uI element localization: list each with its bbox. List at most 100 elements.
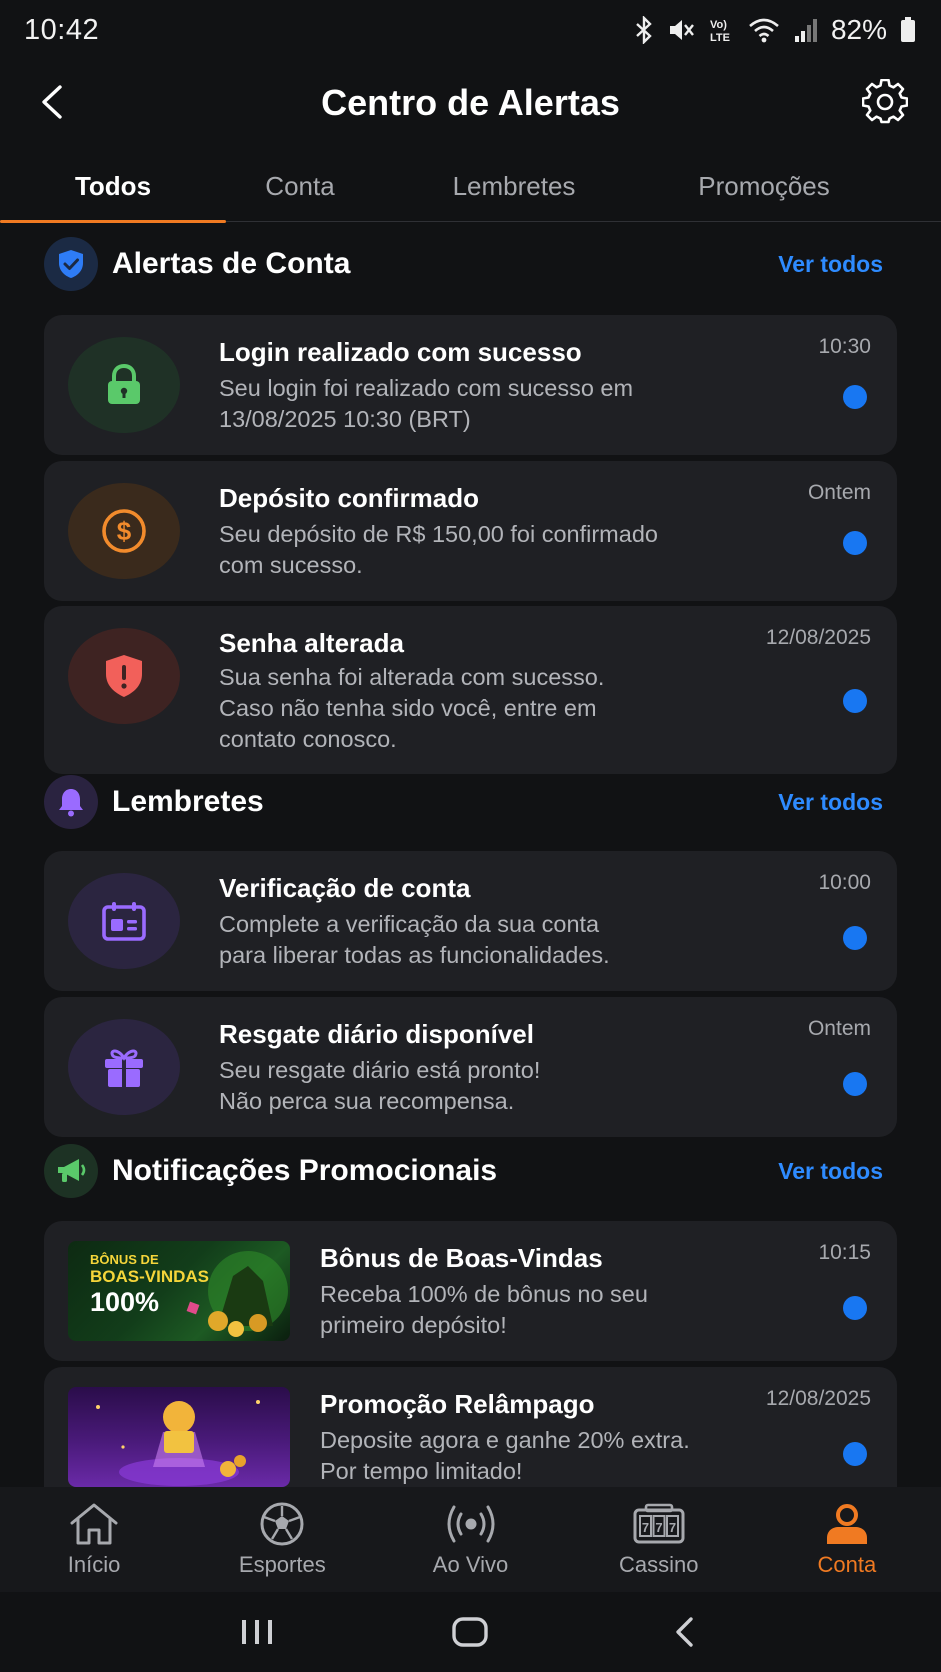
reminder-title: Verificação de conta <box>219 873 471 903</box>
section-header-reminders: Lembretes Ver todos <box>44 774 897 830</box>
bottom-navigation: Início Esportes Ao Vivo 777 Cassino Cont… <box>0 1487 941 1592</box>
unread-dot <box>843 385 867 409</box>
alerts-content[interactable]: Alertas de Conta Ver todos Login realiza… <box>0 222 941 1487</box>
nav-inicio[interactable]: Início <box>0 1487 188 1592</box>
see-all-account-link[interactable]: Ver todos <box>778 251 883 278</box>
promo-title: Promoção Relâmpago <box>320 1389 595 1419</box>
live-broadcast-icon <box>447 1505 494 1542</box>
promo-time: 12/08/2025 <box>765 1387 871 1410</box>
settings-button[interactable] <box>859 76 911 128</box>
svg-text:7: 7 <box>655 1520 662 1535</box>
tab-conta[interactable]: Conta <box>226 150 374 222</box>
bell-icon <box>44 775 98 829</box>
tab-bar: Todos Conta Lembretes Promoções <box>0 150 941 223</box>
unread-dot <box>843 1296 867 1320</box>
tab-promocoes[interactable]: Promoções <box>654 150 874 222</box>
signal-icon <box>794 19 817 42</box>
see-all-reminders-link[interactable]: Ver todos <box>778 789 883 816</box>
alert-card-login[interactable]: Login realizado com sucesso Seu login fo… <box>44 315 897 455</box>
tab-todos[interactable]: Todos <box>0 150 226 223</box>
nav-conta[interactable]: Conta <box>753 1487 941 1592</box>
home-circle-icon <box>452 1617 489 1647</box>
wifi-icon <box>749 18 779 43</box>
app-header: Centro de Alertas <box>0 60 941 146</box>
system-navigation <box>0 1592 941 1672</box>
reminder-description: Complete a verificação da sua conta para… <box>219 911 610 968</box>
status-time: 10:42 <box>24 13 100 46</box>
alert-time: Ontem <box>807 481 871 504</box>
promo-card-flash[interactable]: Promoção Relâmpago Deposite agora e ganh… <box>44 1367 897 1487</box>
section-header-account: Alertas de Conta Ver todos <box>44 236 897 292</box>
battery-icon <box>901 17 915 42</box>
alert-description: Seu login foi realizado com sucesso em 1… <box>219 375 634 432</box>
section-title: Lembretes <box>112 785 264 818</box>
unread-dot <box>843 1442 867 1466</box>
unread-dot <box>843 1072 867 1096</box>
nav-esportes[interactable]: Esportes <box>188 1487 376 1592</box>
tab-lembretes[interactable]: Lembretes <box>374 150 654 222</box>
promo-description: Deposite agora e ganhe 20% extra. Por te… <box>320 1427 690 1484</box>
slot-machine-icon: 777 <box>633 1503 685 1543</box>
back-arrow-icon <box>676 1617 693 1647</box>
section-header-promos: Notificações Promocionais Ver todos <box>44 1143 897 1199</box>
user-icon <box>826 1503 867 1544</box>
back-system-button[interactable] <box>654 1602 714 1662</box>
back-button[interactable] <box>30 80 74 124</box>
svg-text:Vo): Vo) <box>710 19 727 31</box>
reminder-title: Resgate diário disponível <box>219 1019 534 1049</box>
home-icon <box>70 1503 118 1544</box>
alert-card-password[interactable]: Senha alterada Sua senha foi alterada co… <box>44 606 897 774</box>
home-system-button[interactable] <box>440 1602 500 1662</box>
alert-time: 10:30 <box>818 335 871 358</box>
reminder-time: 10:00 <box>818 871 871 894</box>
status-icons: Vo) LTE 82% <box>633 14 917 46</box>
recent-apps-icon <box>241 1620 272 1644</box>
bluetooth-icon <box>636 16 652 44</box>
alert-title: Login realizado com sucesso <box>219 337 582 367</box>
shield-check-icon <box>44 237 98 291</box>
soccer-ball-icon <box>260 1502 304 1545</box>
alert-card-deposit[interactable]: $ Depósito confirmado Seu depósito de R$… <box>44 461 897 601</box>
chevron-left-icon <box>42 85 62 119</box>
alert-description: Sua senha foi alterada com sucesso. Caso… <box>219 664 605 752</box>
dollar-coin-icon: $ <box>68 483 180 579</box>
reminder-card-verification[interactable]: Verificação de conta Complete a verifica… <box>44 851 897 991</box>
reminder-time: Ontem <box>807 1017 871 1040</box>
lock-icon <box>68 337 180 433</box>
unread-dot <box>843 926 867 950</box>
section-title: Alertas de Conta <box>112 247 351 280</box>
alert-description: Seu depósito de R$ 150,00 foi confirmado… <box>219 521 658 578</box>
id-card-icon <box>68 873 180 969</box>
reminder-description: Seu resgate diário está pronto! Não perc… <box>219 1057 541 1114</box>
promo-title: Bônus de Boas-Vindas <box>320 1243 603 1273</box>
alert-title: Senha alterada <box>219 628 404 658</box>
page-title: Centro de Alertas <box>321 82 620 123</box>
svg-text:LTE: LTE <box>710 32 730 44</box>
alert-title: Depósito confirmado <box>219 483 480 513</box>
gear-icon <box>862 79 908 124</box>
battery-percentage: 82% <box>830 14 887 45</box>
welcome-bonus-banner: BÔNUS DE BOAS-VINDAS 100% <box>68 1241 290 1341</box>
recent-apps-button[interactable] <box>227 1602 287 1662</box>
nav-cassino[interactable]: 777 Cassino <box>565 1487 753 1592</box>
status-bar: 10:42 Vo) LTE 82% <box>0 0 941 60</box>
reminder-card-daily-reward[interactable]: Resgate diário disponível Seu resgate di… <box>44 997 897 1137</box>
svg-text:7: 7 <box>642 1520 649 1535</box>
svg-text:$: $ <box>117 516 132 546</box>
unread-dot <box>843 531 867 555</box>
promo-card-welcome-bonus[interactable]: BÔNUS DE BOAS-VINDAS 100% Bônus de Boas-… <box>44 1221 897 1361</box>
nav-ao-vivo[interactable]: Ao Vivo <box>376 1487 564 1592</box>
shield-alert-icon <box>68 628 180 724</box>
promo-description: Receba 100% de bônus no seu primeiro dep… <box>320 1281 648 1338</box>
mute-icon <box>669 20 694 40</box>
promo-time: 10:15 <box>818 1241 871 1264</box>
flash-promo-banner <box>68 1387 290 1487</box>
megaphone-icon <box>44 1144 98 1198</box>
volte-icon: Vo)LTE <box>710 19 730 44</box>
gift-icon <box>68 1019 180 1115</box>
svg-text:7: 7 <box>669 1520 676 1535</box>
section-title: Notificações Promocionais <box>112 1154 498 1187</box>
alert-time: 12/08/2025 <box>765 626 871 649</box>
unread-dot <box>843 689 867 713</box>
see-all-promos-link[interactable]: Ver todos <box>778 1158 883 1185</box>
